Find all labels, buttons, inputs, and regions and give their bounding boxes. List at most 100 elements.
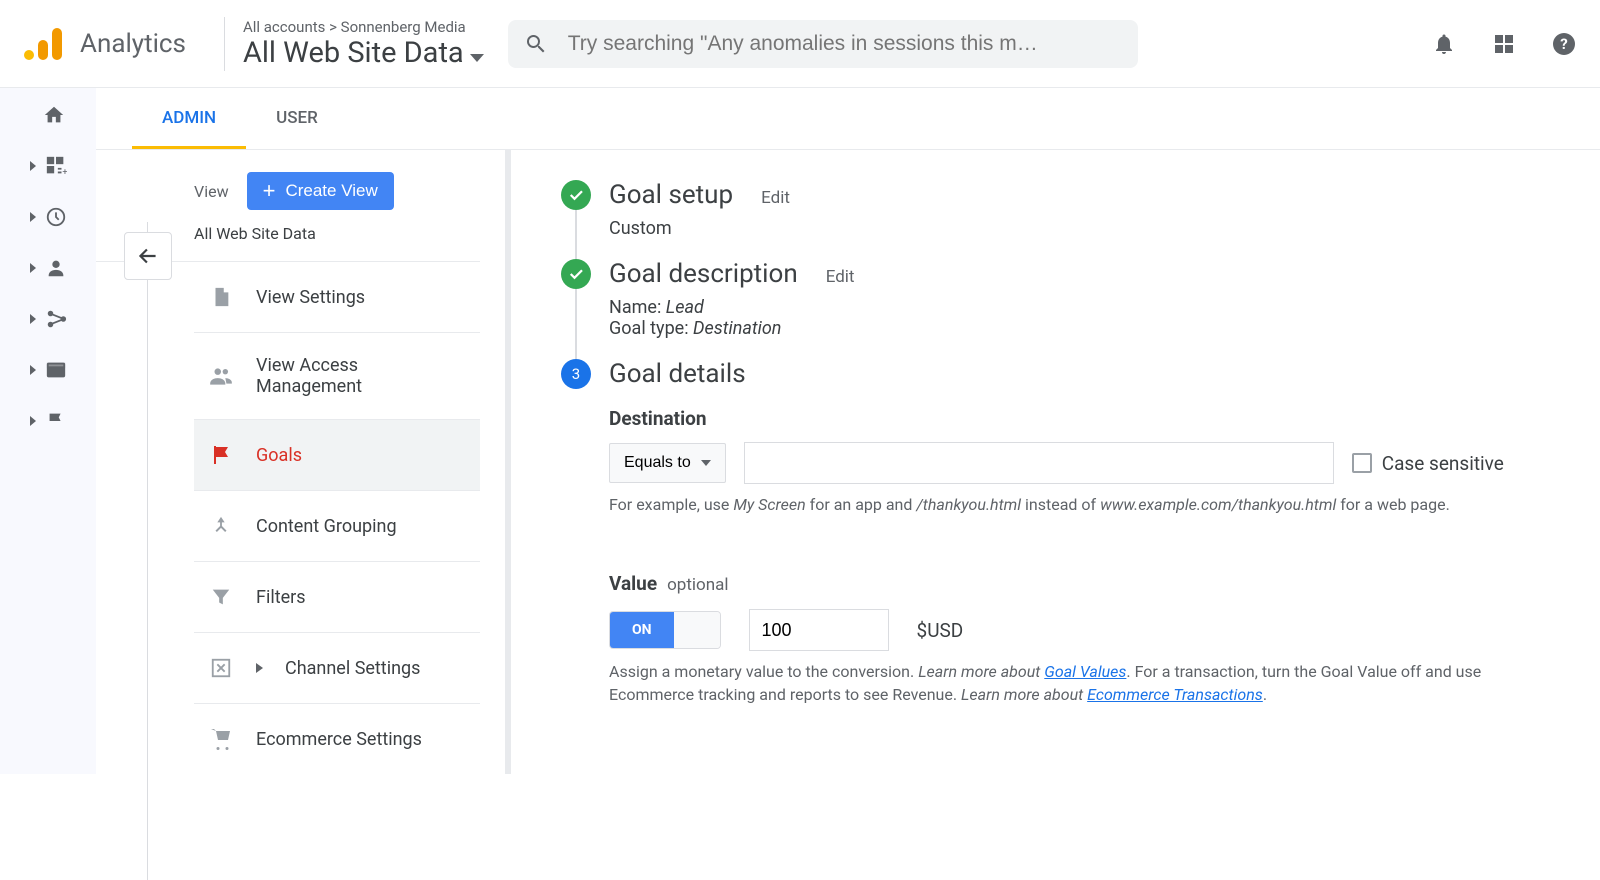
nav-goals[interactable]: Goals [194,420,480,491]
step-done-icon [561,259,591,289]
flag-icon [208,442,234,468]
nav-label: View Access Management [256,355,468,397]
step-connector [575,289,577,359]
create-view-button[interactable]: + Create View [247,172,394,210]
divider [224,17,225,71]
value-row: ON $USD [609,609,1560,651]
column-label: View [194,182,229,201]
nav-label: Content Grouping [256,516,397,537]
rail-realtime[interactable] [30,206,67,228]
value-label: Value optional [609,572,1560,595]
product-name: Analytics [80,29,186,59]
chevron-right-icon [30,416,36,426]
destination-label: Destination [609,407,1560,430]
person-icon [45,257,67,279]
nav-filters[interactable]: Filters [194,562,480,633]
goal-values-link[interactable]: Goal Values [1044,662,1126,681]
view-name-text: All Web Site Data [243,36,464,70]
match-type-label: Equals to [624,454,691,472]
step-body: Name: Lead Goal type: Destination [609,297,854,339]
tab-admin[interactable]: ADMIN [132,88,246,149]
chevron-right-icon [30,365,36,375]
name-label: Name: [609,297,661,318]
step-number-badge: 3 [561,359,591,389]
create-view-label: Create View [285,181,377,201]
tab-user[interactable]: USER [246,88,348,149]
svg-text:?: ? [1560,35,1567,53]
nav-label: View Settings [256,287,365,308]
nav-view-settings[interactable]: View Settings [194,262,480,333]
search-icon [524,32,548,56]
nav-content-grouping[interactable]: Content Grouping [194,491,480,562]
destination-hint: For example, use My Screen for an app an… [609,494,1560,516]
clock-icon [45,206,67,228]
rail-home[interactable] [43,104,65,126]
search-input[interactable] [568,32,1122,56]
content: View + Create View All Web Site Data Vie… [96,150,1600,774]
funnel-icon [208,584,234,610]
rail-audience[interactable] [30,257,67,279]
connector-line [147,222,148,232]
step-goal-details: 3 Goal details [561,359,1560,389]
breadcrumb: All accounts > Sonnenberg Media [243,18,484,36]
main: ADMIN USER View + Create View All Web Si… [96,88,1600,774]
nav-label: Channel Settings [285,658,420,679]
step-value: Custom [609,218,790,239]
nav-view-access[interactable]: View Access Management [194,333,480,420]
analytics-logo-icon [24,28,64,60]
destination-input[interactable] [744,442,1334,484]
admin-column-view: View + Create View All Web Site Data Vie… [96,150,511,774]
optional-label: optional [667,575,728,595]
nav-label: Goals [256,445,302,466]
step-title: Goal description [609,259,798,289]
name-value: Lead [666,297,704,318]
case-sensitive-row[interactable]: Case sensitive [1352,452,1504,475]
rail-behavior[interactable] [30,359,67,381]
ecommerce-transactions-link[interactable]: Ecommerce Transactions [1087,685,1263,704]
chevron-right-icon [256,663,263,673]
cart-icon [208,726,234,752]
chevron-right-icon [30,161,36,171]
back-button[interactable] [124,232,172,280]
home-icon [43,104,65,126]
connector-line [147,280,148,880]
value-toggle[interactable]: ON [609,611,721,649]
rail-conversions[interactable] [30,410,67,432]
notifications-icon[interactable] [1432,32,1456,56]
flag-icon [45,410,67,432]
people-icon [208,363,234,389]
rail-acquisition[interactable] [30,308,67,330]
browser-icon [45,359,67,381]
header-icons: ? [1432,32,1576,56]
dropdown-icon [701,460,711,466]
product-logo[interactable]: Analytics [24,28,186,60]
searchbar[interactable] [508,20,1138,68]
nav-channel-settings[interactable]: Channel Settings [194,633,480,704]
nav-list: View Settings View Access Management Goa… [194,262,480,774]
rail-customization[interactable]: + [30,155,67,177]
value-input[interactable] [749,609,889,651]
edit-link[interactable]: Edit [761,188,790,208]
channel-icon [208,655,234,681]
column-head: View + Create View [96,172,505,210]
tabs: ADMIN USER [96,88,1600,150]
account-picker[interactable]: All accounts > Sonnenberg Media All Web … [243,18,484,70]
merge-icon [208,513,234,539]
case-sensitive-label: Case sensitive [1382,452,1504,475]
toggle-off [674,612,720,648]
svg-text:+: + [62,168,67,177]
chevron-right-icon [30,263,36,273]
type-value: Destination [693,318,781,339]
dropdown-icon [470,36,484,70]
step-goal-description: Goal description Edit Name: Lead Goal ty… [561,259,1560,339]
match-type-select[interactable]: Equals to [609,443,726,483]
apps-icon[interactable] [1492,32,1516,56]
case-sensitive-checkbox[interactable] [1352,453,1372,473]
step-goal-setup: Goal setup Edit Custom [561,180,1560,239]
edit-link[interactable]: Edit [826,267,855,287]
app-header: Analytics All accounts > Sonnenberg Medi… [0,0,1600,88]
help-icon[interactable]: ? [1552,32,1576,56]
nav-ecommerce-settings[interactable]: Ecommerce Settings [194,704,480,774]
chevron-right-icon [30,212,36,222]
dashboard-icon: + [45,155,67,177]
